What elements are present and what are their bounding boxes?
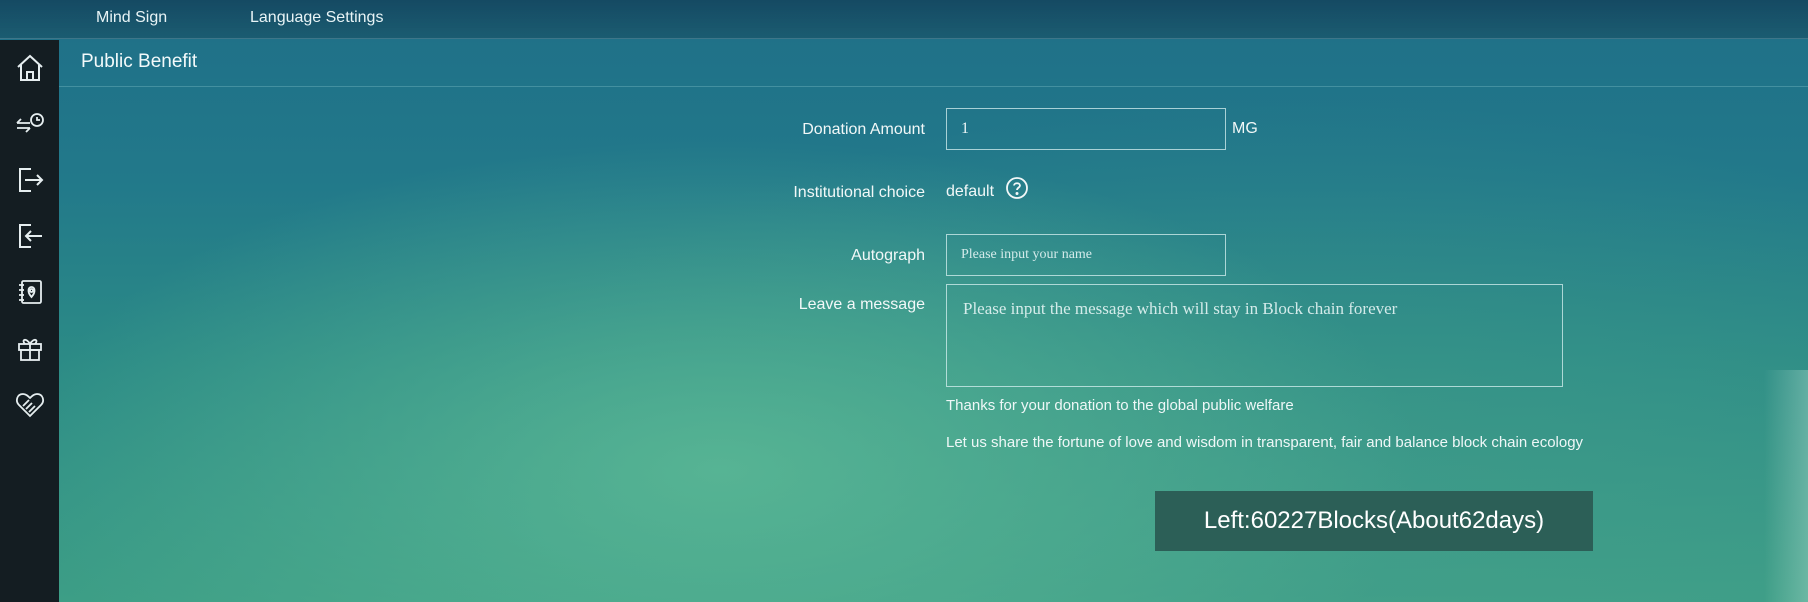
- sidebar-item-gift[interactable]: [0, 320, 59, 376]
- institution-label: Institutional choice: [793, 184, 925, 201]
- message-label: Leave a message: [798, 296, 925, 313]
- menu-language-settings[interactable]: Language Settings: [250, 9, 383, 27]
- sidebar-item-send[interactable]: [0, 152, 59, 208]
- sidebar-item-public-benefit[interactable]: [0, 376, 59, 432]
- top-menu-bar: Mind Sign Language Settings: [0, 0, 1808, 39]
- app-window: Mind Sign Language Settings Public Benef…: [0, 0, 1808, 602]
- sidebar: [0, 40, 59, 602]
- sidebar-item-address-book[interactable]: [0, 264, 59, 320]
- page-header: Public Benefit: [59, 40, 1808, 87]
- menu-mind-sign[interactable]: Mind Sign: [96, 9, 167, 27]
- sidebar-item-home[interactable]: [0, 40, 59, 96]
- export-icon: [18, 168, 43, 192]
- message-textarea[interactable]: [946, 284, 1563, 387]
- gift-icon: [17, 338, 42, 361]
- blocks-left-status: Left:60227Blocks(About62days): [1155, 491, 1593, 551]
- autograph-input[interactable]: [946, 234, 1226, 276]
- donation-amount-input[interactable]: [946, 108, 1226, 150]
- donation-amount-label: Donation Amount: [802, 121, 925, 138]
- institution-value[interactable]: default: [946, 183, 994, 201]
- thanks-note: Thanks for your donation to the global p…: [946, 397, 1294, 414]
- page-title: Public Benefit: [81, 51, 198, 72]
- home-icon: [16, 54, 43, 81]
- share-note: Let us share the fortune of love and wis…: [946, 434, 1584, 451]
- import-icon: [18, 224, 42, 248]
- currency-unit: MG: [1232, 120, 1258, 137]
- sidebar-item-receive[interactable]: [0, 208, 59, 264]
- transfer-history-icon: [15, 113, 44, 133]
- autograph-label: Autograph: [851, 247, 925, 264]
- address-book-icon: [18, 280, 42, 304]
- help-icon[interactable]: [1005, 176, 1029, 200]
- sidebar-item-transactions[interactable]: [0, 96, 59, 152]
- heart-hand-icon: [15, 393, 44, 418]
- blocks-left-text: Left:60227Blocks(About62days): [1203, 507, 1545, 534]
- background-decoration: [1764, 370, 1808, 602]
